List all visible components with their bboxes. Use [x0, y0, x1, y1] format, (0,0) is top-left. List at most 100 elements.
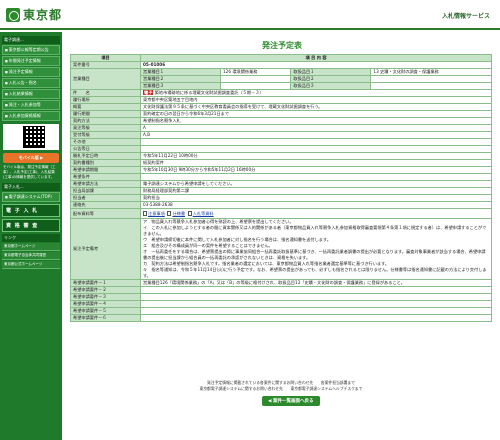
- overview-value: 文化財保護法第９５条に基づく中央区教育委員会の指導を受けて、埋蔵文化財試掘調査を…: [140, 103, 492, 111]
- table-row: 担当者 契約担当: [70, 194, 492, 202]
- field-label: 担当局部課: [70, 187, 141, 195]
- table-row: 連絡先 03-5388-2638: [70, 201, 492, 209]
- table-row: 希望申請要件－１ 営業種目126「環境関係業務」の「A」又は「B」の等級に格付け…: [70, 279, 492, 287]
- sub-label: 取扱品目２: [290, 75, 372, 83]
- table-row: 希望条件: [70, 173, 492, 181]
- col-content-header: 項 目 内 容: [140, 54, 492, 62]
- sidebar-item-bid-results[interactable]: 入札結果情報: [2, 89, 60, 99]
- apply-condition-value: [140, 173, 492, 181]
- doc-link-notes[interactable]: 注意事項: [143, 211, 165, 216]
- field-label: 発注等級: [70, 124, 141, 132]
- notice-value: ア 物品買入れ等競争入札参加者心得を熟読の上、希望票を提出してください。 イ こ…: [140, 218, 492, 280]
- field-value: [370, 75, 492, 83]
- table-row: 契約方法 希望制指名競争入札: [70, 117, 492, 125]
- doc-link-spec[interactable]: 仕様書: [167, 211, 185, 216]
- table-row: 希望申請要件－２: [70, 286, 492, 294]
- table-row: 希望申請要件－４: [70, 300, 492, 308]
- procurement-system-button[interactable]: 電子調達システム(TOP): [2, 192, 60, 202]
- field-label: 件 名: [70, 89, 141, 97]
- doc-link-label[interactable]: 仕様書: [172, 211, 185, 216]
- table-row: 履行場所 東京都中央区築地五丁目地内: [70, 96, 492, 104]
- page-title: 発注予定表: [262, 41, 302, 50]
- open-date-value: 令和5年11月22日 10時00分: [140, 152, 492, 160]
- field-label: 公告等日: [70, 145, 141, 153]
- table-row: 受付等級 A,B: [70, 131, 492, 139]
- field-label: 希望申請要件－４: [70, 300, 141, 308]
- mobile-version-button[interactable]: モバイル版 ▶: [3, 153, 59, 163]
- document-icon: [187, 211, 192, 216]
- apply-period-value: 令和5年10月30日 9時30分から令和5年11月2日 16時00分: [140, 166, 492, 174]
- sub-label: 営業種目２: [140, 75, 221, 83]
- service-title: 入札情報サービス: [441, 13, 490, 20]
- table-row: 希望申請要件－６: [70, 314, 492, 322]
- field-label: 契約方法: [70, 117, 141, 125]
- sub-label: 取扱品目１: [290, 68, 372, 76]
- sidebar-item-gazette[interactable]: 東京都公報等定期公告: [2, 45, 60, 55]
- sidebar-item-bid-notice[interactable]: 入札公告・指名: [2, 78, 60, 88]
- contact-value: 03-5388-2638: [140, 201, 492, 209]
- table-row: 希望申請方法 電子調達システムから希望申請をしてください。: [70, 180, 492, 188]
- applicant-requirement-1: 営業種目126「環境関係業務」の「A」又は「B」の等級に格付けされ、取扱品目13…: [140, 279, 492, 287]
- sub-label: 取扱品目３: [290, 82, 372, 90]
- field-label: 履行場所: [70, 96, 141, 104]
- accept-grade-value: A,B: [140, 131, 492, 139]
- table-row: 担当局部課 財務局経理部契約第二課: [70, 187, 492, 195]
- table-row: 概要 文化財保護法第９５条に基づく中央区教育委員会の指導を受けて、埋蔵文化財試掘調…: [70, 103, 492, 111]
- field-value: 13 史蹟・文化財の調査・保護業務: [370, 68, 492, 76]
- table-row: 件 名 電子 築地市場跡地に係る埋蔵文化財試掘調査委託（５期－３）: [70, 89, 492, 97]
- table-row: その他: [70, 138, 492, 146]
- field-label: 希望申請方法: [70, 180, 141, 188]
- field-label: 担当者: [70, 194, 141, 202]
- field-label: 希望条件: [70, 173, 141, 181]
- field-label: 希望申請要件－５: [70, 307, 141, 315]
- case-number: 05-01006: [140, 61, 492, 69]
- sub-label: 営業種目１: [140, 68, 221, 76]
- table-row: 契約書種別 紙契約案件: [70, 159, 492, 167]
- tokyo-logo[interactable]: 東京都: [6, 6, 62, 23]
- field-label: 契約書種別: [70, 159, 141, 167]
- field-label: 開札予定日時: [70, 152, 141, 160]
- bid-date-value: [140, 145, 492, 153]
- field-label: 希望申請要件－２: [70, 286, 141, 294]
- doc-link-label[interactable]: 注意事項: [148, 211, 165, 216]
- doc-link-bid-materials[interactable]: 入札等資料: [187, 211, 214, 216]
- field-label: 希望申請期間: [70, 166, 141, 174]
- field-label: 配布資料等: [70, 208, 141, 219]
- field-value: [219, 75, 292, 83]
- field-value: [140, 307, 492, 315]
- site-header: 東京都 入札情報サービス: [0, 0, 500, 30]
- back-to-list-button[interactable]: ◀ 案件一覧画面へ戻る: [262, 396, 320, 406]
- table-row: 案件番号 05-01006: [70, 61, 492, 69]
- link-e-gov[interactable]: 東京都電子自治体共同運営: [2, 252, 60, 260]
- logo-text: 東京都: [23, 8, 63, 22]
- case-name-text: 築地市場跡地に係る埋蔵文化財試掘調査委託（５期－３）: [154, 90, 264, 95]
- table-row: 開札予定日時 令和5年11月22日 10時00分: [70, 152, 492, 160]
- dept-value: 財務局経理部契約第二課: [140, 187, 492, 195]
- field-value: [140, 314, 492, 322]
- contract-form-value: 紙契約案件: [140, 159, 492, 167]
- link-official-home[interactable]: 東京都公式ホームページ: [2, 261, 60, 269]
- field-label: その他: [70, 138, 141, 146]
- table-row: 営業種目 営業種目１ 126 環境関係業務 取扱品目１ 13 史蹟・文化財の調査…: [70, 68, 492, 90]
- footer: 発注予定情報に掲載されている各案件に関するお問い合わせ先 各案件担当部署まで 東…: [62, 380, 500, 392]
- col-item-header: 項目: [70, 54, 141, 62]
- sidebar-item-order-plan[interactable]: 発注予定情報: [2, 67, 60, 77]
- table-row: 希望申請要件－５: [70, 307, 492, 315]
- field-value: [219, 82, 292, 90]
- e-bid-button[interactable]: 電 子 入 札: [2, 204, 60, 217]
- field-label: 発注予定備考: [70, 218, 141, 280]
- person-value: 契約担当: [140, 194, 492, 202]
- contract-type-value: 希望制指名競争入札: [140, 117, 492, 125]
- field-label: 概要: [70, 103, 141, 111]
- doc-link-label[interactable]: 入札等資料: [193, 211, 214, 216]
- link-tokyo-home[interactable]: 東京都ホームページ: [2, 243, 60, 251]
- qr-code-box: [3, 124, 59, 150]
- sidebar-item-qualification[interactable]: 入札参加資格情報: [2, 111, 60, 121]
- field-value: [140, 293, 492, 301]
- field-label: 受付等級: [70, 131, 141, 139]
- qualification-button[interactable]: 資 格 審 査: [2, 219, 60, 232]
- sidebar-item-order-status[interactable]: 発注・入札参加等: [2, 100, 60, 110]
- sidebar-item-annual-plan[interactable]: 年間発注予定情報: [2, 56, 60, 66]
- tokyo-emblem-icon: [6, 7, 20, 22]
- sub-label: 営業種目３: [140, 82, 221, 90]
